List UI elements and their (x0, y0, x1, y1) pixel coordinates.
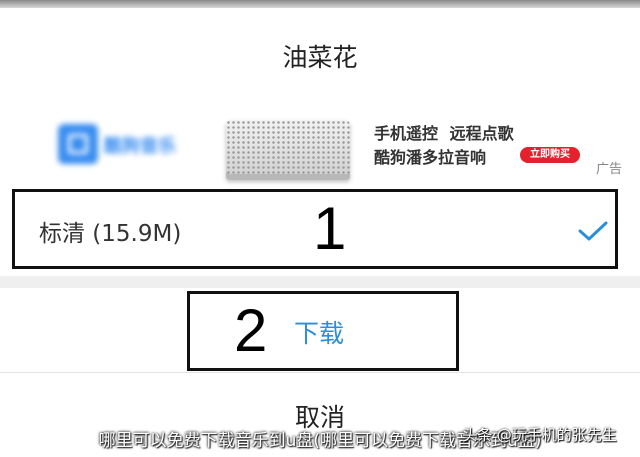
source-watermark: 头条 @玩手机的张先生 (462, 426, 617, 444)
ad-buy-button[interactable]: 立即购买 (520, 147, 580, 163)
section-divider (0, 276, 640, 288)
dialog-title: 油菜花 (282, 43, 358, 72)
cancel-separator (0, 372, 640, 373)
brand-logo-icon (58, 124, 98, 164)
ad-tag: 广告 (596, 162, 623, 177)
annotation-number-2: 2 (234, 297, 268, 364)
ad-product-name: 酷狗潘多拉音响 (374, 148, 487, 167)
download-label: 下载 (294, 319, 345, 348)
ad-brand-text: 酷狗音乐 (104, 136, 176, 157)
quality-option-label: 标清 (15.9M) (39, 221, 182, 247)
download-button[interactable]: 2 下载 (187, 291, 459, 371)
ad-headline: 手机遥控 远程点歌 (374, 124, 514, 143)
ad-brand-logo: 酷狗音乐 (58, 124, 196, 164)
ad-banner[interactable]: 酷狗音乐 手机遥控 远程点歌 酷狗潘多拉音响 立即购买 广告 (0, 110, 640, 182)
top-edge (0, 0, 640, 8)
quality-option-standard[interactable]: 标清 (15.9M) 1 (12, 189, 618, 269)
annotation-number-1: 1 (313, 195, 347, 262)
check-icon (578, 221, 608, 241)
speaker-product-image (226, 120, 350, 180)
